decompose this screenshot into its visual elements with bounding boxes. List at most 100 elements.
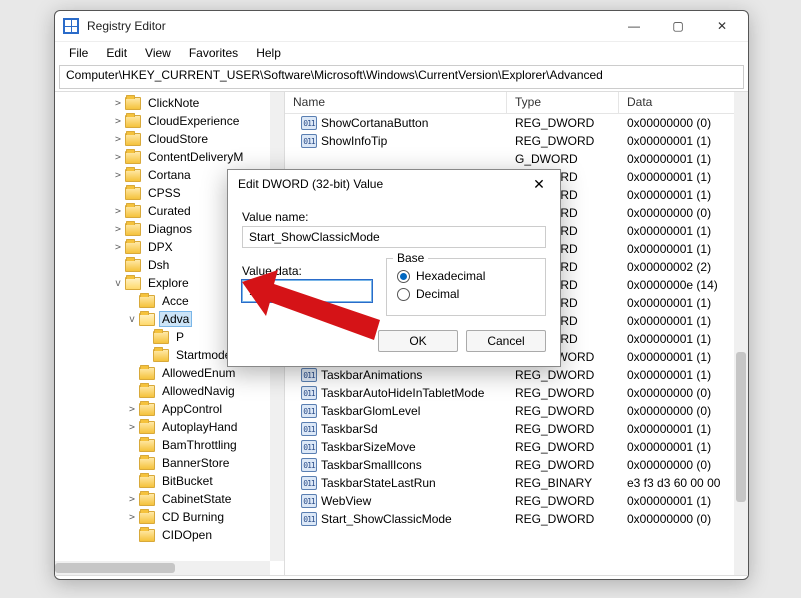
expand-icon[interactable]: > xyxy=(125,404,139,415)
expand-icon[interactable]: > xyxy=(125,494,139,505)
dialog-title: Edit DWORD (32-bit) Value xyxy=(238,177,524,191)
expand-icon[interactable]: > xyxy=(111,134,125,145)
tree-item[interactable]: >AppControl xyxy=(55,400,284,418)
expand-icon[interactable]: > xyxy=(111,152,125,163)
menu-help[interactable]: Help xyxy=(248,44,289,62)
list-row[interactable]: 011TaskbarAutoHideInTabletModeREG_DWORD0… xyxy=(285,384,748,402)
list-row[interactable]: 011TaskbarSdREG_DWORD0x00000001 (1) xyxy=(285,420,748,438)
tree-item-label: AllowedEnum xyxy=(159,366,238,380)
col-data[interactable]: Data xyxy=(619,92,748,113)
radio-decimal[interactable]: Decimal xyxy=(397,287,535,301)
tree-item[interactable]: >CloudStore xyxy=(55,130,284,148)
tree-item[interactable]: BannerStore xyxy=(55,454,284,472)
address-bar[interactable]: Computer\HKEY_CURRENT_USER\Software\Micr… xyxy=(59,65,744,89)
dword-icon: 011 xyxy=(301,386,317,400)
value-name: TaskbarAnimations xyxy=(321,368,422,382)
value-data: 0x00000000 (0) xyxy=(619,404,748,418)
expand-icon[interactable]: v xyxy=(125,314,139,325)
list-scrollbar-vertical[interactable] xyxy=(734,92,748,575)
cancel-button[interactable]: Cancel xyxy=(466,330,546,352)
tree-item[interactable]: > ClickNote xyxy=(55,94,284,112)
value-name: TaskbarStateLastRun xyxy=(321,476,436,490)
expand-icon[interactable]: > xyxy=(111,116,125,127)
value-name: TaskbarGlomLevel xyxy=(321,404,420,418)
list-row[interactable]: 011WebViewREG_DWORD0x00000001 (1) xyxy=(285,492,748,510)
menu-view[interactable]: View xyxy=(137,44,179,62)
value-data: 0x00000000 (0) xyxy=(619,458,748,472)
list-row[interactable]: 011TaskbarAnimationsREG_DWORD0x00000001 … xyxy=(285,366,748,384)
value-data-input[interactable] xyxy=(242,280,372,302)
value-type: REG_DWORD xyxy=(507,422,619,436)
value-name-input[interactable] xyxy=(242,226,546,248)
expand-icon[interactable]: > xyxy=(125,422,139,433)
menu-edit[interactable]: Edit xyxy=(98,44,135,62)
list-row[interactable]: 011TaskbarGlomLevelREG_DWORD0x00000000 (… xyxy=(285,402,748,420)
dword-icon: 011 xyxy=(301,116,317,130)
expand-icon[interactable]: > xyxy=(111,206,125,217)
list-row[interactable]: 011TaskbarStateLastRunREG_BINARYe3 f3 d3… xyxy=(285,474,748,492)
value-data: e3 f3 d3 60 00 00 xyxy=(619,476,748,490)
close-button[interactable]: ✕ xyxy=(700,11,744,41)
value-data: 0x00000001 (1) xyxy=(619,332,748,346)
list-row[interactable]: 011ShowCortanaButtonREG_DWORD0x00000000 … xyxy=(285,114,748,132)
value-data: 0x00000001 (1) xyxy=(619,422,748,436)
tree-scrollbar-horizontal[interactable] xyxy=(55,561,270,575)
tree-item[interactable]: BitBucket xyxy=(55,472,284,490)
col-type[interactable]: Type xyxy=(507,92,619,113)
radio-icon xyxy=(397,270,410,283)
tree-item[interactable]: AllowedNavig xyxy=(55,382,284,400)
tree-item-label: Startmode xyxy=(173,348,234,362)
tree-item-label: DPX xyxy=(145,240,176,254)
value-type: G_DWORD xyxy=(507,152,619,166)
list-row[interactable]: G_DWORD0x00000001 (1) xyxy=(285,150,748,168)
tree-item[interactable]: > CabinetState xyxy=(55,490,284,508)
value-data: 0x00000001 (1) xyxy=(619,152,748,166)
value-data: 0x00000002 (2) xyxy=(619,260,748,274)
dword-icon: 011 xyxy=(301,134,317,148)
value-type: REG_DWORD xyxy=(507,386,619,400)
tree-item[interactable]: BamThrottling xyxy=(55,436,284,454)
tree-item-label: Diagnos xyxy=(145,222,195,236)
col-name[interactable]: Name xyxy=(285,92,507,113)
folder-icon xyxy=(125,187,141,200)
list-row[interactable]: 011TaskbarSizeMoveREG_DWORD0x00000001 (1… xyxy=(285,438,748,456)
value-name: TaskbarAutoHideInTabletMode xyxy=(321,386,484,400)
tree-item-label: CabinetState xyxy=(159,492,234,506)
value-name: TaskbarSd xyxy=(321,422,378,436)
folder-icon xyxy=(125,169,141,182)
folder-icon xyxy=(125,133,141,146)
ok-button[interactable]: OK xyxy=(378,330,458,352)
list-row[interactable]: 011TaskbarSmallIconsREG_DWORD0x00000000 … xyxy=(285,456,748,474)
maximize-button[interactable]: ▢ xyxy=(656,11,700,41)
expand-icon[interactable]: > xyxy=(111,224,125,235)
radio-hexadecimal[interactable]: Hexadecimal xyxy=(397,269,535,283)
value-name: TaskbarSizeMove xyxy=(321,440,416,454)
list-row[interactable]: 011ShowInfoTipREG_DWORD0x00000001 (1) xyxy=(285,132,748,150)
expand-icon[interactable]: > xyxy=(111,170,125,181)
value-name-label: Value name: xyxy=(242,210,546,224)
list-row[interactable]: 011Start_ShowClassicModeREG_DWORD0x00000… xyxy=(285,510,748,528)
menu-favorites[interactable]: Favorites xyxy=(181,44,246,62)
expand-icon[interactable]: > xyxy=(125,512,139,523)
folder-icon xyxy=(139,529,155,542)
tree-item-label: Adva xyxy=(159,311,192,327)
value-data: 0x00000000 (0) xyxy=(619,116,748,130)
expand-icon[interactable]: v xyxy=(111,278,125,289)
menu-file[interactable]: File xyxy=(61,44,96,62)
minimize-button[interactable]: — xyxy=(612,11,656,41)
tree-item[interactable]: >AutoplayHand xyxy=(55,418,284,436)
expand-icon[interactable]: > xyxy=(111,98,125,109)
expand-icon[interactable]: > xyxy=(111,242,125,253)
value-data: 0x00000001 (1) xyxy=(619,170,748,184)
value-type: REG_BINARY xyxy=(507,476,619,490)
tree-item-label: ClickNote xyxy=(145,96,202,110)
tree-item[interactable]: >ContentDeliveryM xyxy=(55,148,284,166)
folder-icon xyxy=(125,115,141,128)
value-data: 0x00000001 (1) xyxy=(619,296,748,310)
tree-item[interactable]: >CloudExperience xyxy=(55,112,284,130)
dialog-close-button[interactable]: ✕ xyxy=(524,176,554,193)
folder-icon xyxy=(125,277,141,290)
tree-item[interactable]: >CD Burning xyxy=(55,508,284,526)
edit-dword-dialog: Edit DWORD (32-bit) Value ✕ Value name: … xyxy=(227,169,561,367)
tree-item[interactable]: CIDOpen xyxy=(55,526,284,544)
